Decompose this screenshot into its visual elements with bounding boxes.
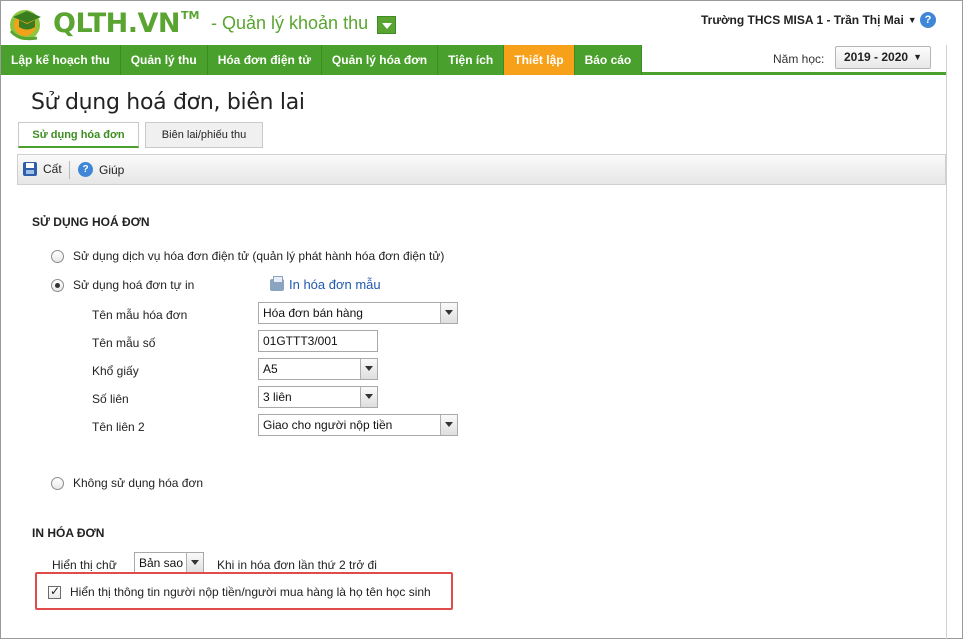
template-no-value: 01GTTT3/001 xyxy=(263,334,338,348)
section-title-print-invoice: IN HÓA ĐƠN xyxy=(32,526,105,540)
save-button[interactable]: Cất xyxy=(23,162,62,176)
school-year-select[interactable]: 2019 - 2020 ▼ xyxy=(835,46,931,69)
show-text-select[interactable]: Bản sao xyxy=(134,552,204,574)
option-selfprint[interactable]: Sử dụng hoá đơn tự in xyxy=(51,278,194,292)
paper-size-label: Khổ giấy xyxy=(92,364,139,378)
nav-item-reports[interactable]: Báo cáo xyxy=(574,45,643,75)
help-label: Giúp xyxy=(99,162,125,177)
page-title: Sử dụng hoá đơn, biên lai xyxy=(31,90,305,115)
tab-invoice-usage[interactable]: Sử dụng hóa đơn xyxy=(18,122,139,148)
option-einvoice[interactable]: Sử dụng dịch vụ hóa đơn điện tử (quản lý… xyxy=(51,249,444,263)
app-logo[interactable]: QLTH.VN TM xyxy=(7,5,199,43)
template-no-label: Tên mẫu số xyxy=(92,336,156,350)
option-none-label: Không sử dụng hóa đơn xyxy=(73,476,204,490)
option-einvoice-label: Sử dụng dịch vụ hóa đơn điện tử (quản lý… xyxy=(73,249,445,263)
chevron-down-icon[interactable] xyxy=(440,303,457,323)
section-title-invoice-usage: SỬ DỤNG HOÁ ĐƠN xyxy=(32,215,150,229)
chevron-down-icon[interactable] xyxy=(440,415,457,435)
copy2-value: Giao cho người nộp tiền xyxy=(263,418,393,432)
caret-down-icon: ▼ xyxy=(907,15,917,25)
paper-size-value: A5 xyxy=(263,362,278,376)
chevron-down-icon[interactable] xyxy=(186,553,203,573)
template-label: Tên mẫu hóa đơn xyxy=(92,308,188,322)
student-name-option[interactable]: Hiển thị thông tin người nộp tiền/người … xyxy=(48,584,431,599)
nav-item-plan[interactable]: Lập kế hoạch thu xyxy=(1,45,121,75)
template-select[interactable]: Hóa đơn bán hàng xyxy=(258,302,458,324)
chevron-down-icon: ▼ xyxy=(913,52,922,62)
help-button[interactable]: ? Giúp xyxy=(78,162,124,177)
module-name: - Quản lý khoản thu xyxy=(211,13,369,33)
toolbar xyxy=(17,154,946,185)
student-name-checkbox[interactable] xyxy=(48,584,61,599)
template-value: Hóa đơn bán hàng xyxy=(263,306,363,320)
nav-item-einvoice[interactable]: Hóa đơn điện tử xyxy=(207,45,322,75)
save-label: Cất xyxy=(43,162,62,176)
main-nav: Lập kế hoạch thu Quản lý thu Hóa đơn điệ… xyxy=(1,45,643,75)
option-none[interactable]: Không sử dụng hóa đơn xyxy=(51,476,203,490)
save-icon xyxy=(23,162,37,176)
nav-item-settings[interactable]: Thiết lập xyxy=(504,45,575,75)
print-sample-link[interactable]: In hóa đơn mẫu xyxy=(270,275,381,292)
tab-receipt[interactable]: Biên lai/phiếu thu xyxy=(145,122,263,148)
copy2-select[interactable]: Giao cho người nộp tiền xyxy=(258,414,458,436)
school-year-value: 2019 - 2020 xyxy=(844,50,909,64)
chevron-down-icon[interactable] xyxy=(360,359,377,379)
radio-selfprint[interactable] xyxy=(51,278,64,292)
help-icon: ? xyxy=(78,162,93,177)
show-text-note: Khi in hóa đơn lần thứ 2 trở đi xyxy=(217,558,377,572)
chevron-down-icon[interactable] xyxy=(360,387,377,407)
student-name-checkbox-label: Hiển thị thông tin người nộp tiền/người … xyxy=(70,585,431,599)
module-switch-chevron-down-icon[interactable] xyxy=(377,16,396,34)
show-text-value: Bản sao xyxy=(139,556,184,570)
copies-select[interactable]: 3 liên xyxy=(258,386,378,408)
printer-icon xyxy=(270,275,284,291)
copies-value: 3 liên xyxy=(263,390,292,404)
user-info-label: Trường THCS MISA 1 - Trần Thị Mai xyxy=(701,13,904,27)
radio-einvoice[interactable] xyxy=(51,249,64,263)
template-no-input[interactable]: 01GTTT3/001 xyxy=(258,330,378,352)
option-selfprint-label: Sử dụng hoá đơn tự in xyxy=(73,278,195,292)
nav-item-invoice-management[interactable]: Quản lý hóa đơn xyxy=(321,45,439,75)
copy2-label: Tên liên 2 xyxy=(92,420,145,434)
nav-item-collect[interactable]: Quản lý thu xyxy=(120,45,208,75)
show-text-label: Hiển thị chữ xyxy=(52,558,117,572)
copies-label: Số liên xyxy=(92,392,129,406)
radio-none[interactable] xyxy=(51,476,64,490)
logo-trademark: TM xyxy=(180,8,200,22)
paper-size-select[interactable]: A5 xyxy=(258,358,378,380)
logo-text: QLTH.VN xyxy=(53,8,180,39)
content-divider xyxy=(946,45,947,639)
school-year-label: Năm học: xyxy=(773,52,825,66)
nav-item-utilities[interactable]: Tiện ích xyxy=(438,45,505,75)
user-menu[interactable]: Trường THCS MISA 1 - Trần Thị Mai ▼ xyxy=(701,13,917,27)
graduation-cap-logo-icon xyxy=(9,10,41,41)
print-sample-label: In hóa đơn mẫu xyxy=(289,277,381,292)
toolbar-divider xyxy=(69,161,70,179)
help-icon[interactable]: ? xyxy=(920,12,936,28)
